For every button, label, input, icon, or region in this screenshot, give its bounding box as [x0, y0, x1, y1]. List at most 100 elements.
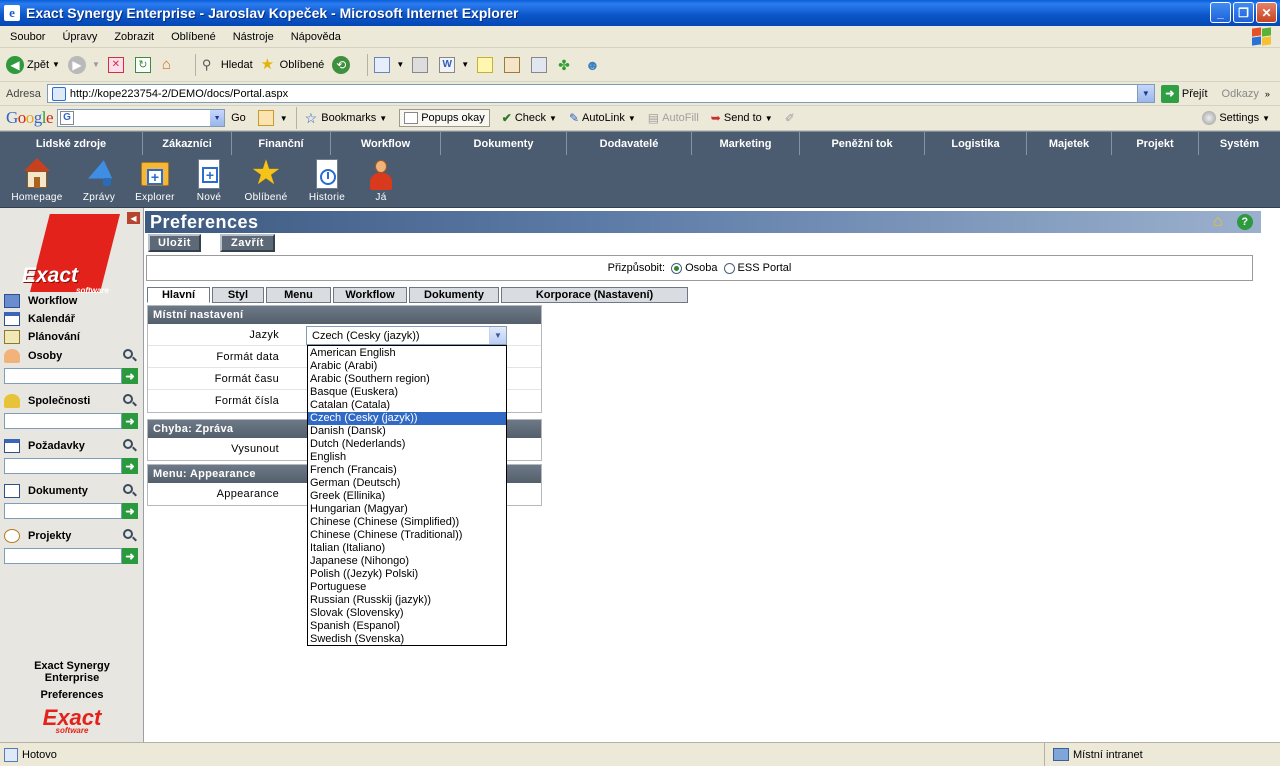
home-button[interactable]: ⌂ [162, 56, 181, 73]
language-option[interactable]: Chinese (Chinese (Simplified)) [308, 516, 506, 529]
language-option[interactable]: Swedish (Svenska) [308, 633, 506, 646]
language-select[interactable]: Czech (Cesky (jazyk)) ▼ [306, 326, 507, 345]
language-option[interactable]: Russian (Russkij (jazyk)) [308, 594, 506, 607]
people-search-input[interactable] [4, 368, 122, 384]
history-button[interactable]: ⟲ [332, 55, 353, 74]
clover-button[interactable]: ✤ [558, 57, 577, 73]
tab-workflow[interactable]: Workflow [333, 287, 407, 303]
nav-tab-workflow[interactable]: Workflow [331, 132, 441, 155]
bookmarks-button[interactable]: ☆ Bookmarks ▼ [305, 110, 388, 127]
google-search-dropdown[interactable]: ▼ [210, 110, 225, 126]
menu-help[interactable]: Nápověda [281, 31, 348, 43]
language-option[interactable]: Arabic (Southern region) [308, 373, 506, 386]
left-link-workflow[interactable]: Workflow [4, 294, 77, 308]
projects-search-input[interactable] [4, 548, 122, 564]
left-link-calendar[interactable]: Kalendář [4, 312, 75, 326]
nav-tab-financial[interactable]: Finanční [232, 132, 331, 155]
language-option[interactable]: Spanish (Espanol) [308, 620, 506, 633]
language-option[interactable]: American English [308, 347, 506, 360]
minimize-button[interactable]: _ [1210, 2, 1231, 23]
history-app-button[interactable]: Historie [302, 155, 352, 203]
nav-tab-project[interactable]: Projekt [1112, 132, 1199, 155]
messenger-button[interactable] [531, 56, 550, 73]
nav-tab-marketing[interactable]: Marketing [692, 132, 800, 155]
language-option[interactable]: German (Deutsch) [308, 477, 506, 490]
homepage-button[interactable]: Homepage [6, 155, 68, 203]
requests-search-input[interactable] [4, 458, 122, 474]
me-button[interactable]: Já [360, 155, 402, 203]
language-option[interactable]: Japanese (Nihongo) [308, 555, 506, 568]
requests-search-go-button[interactable]: ➜ [122, 458, 138, 474]
links-button[interactable]: Odkazy [1222, 88, 1259, 100]
language-option[interactable]: Basque (Euskera) [308, 386, 506, 399]
mail-button[interactable]: ▼ [374, 56, 404, 73]
menu-favorites[interactable]: Oblíbené [161, 31, 223, 43]
magnifier-icon[interactable] [122, 483, 138, 499]
documents-search-input[interactable] [4, 503, 122, 519]
close-page-button[interactable]: Zavřít [220, 234, 275, 252]
search-button[interactable]: ⚲ Hledat [202, 57, 253, 73]
favorites-button[interactable]: ★ Oblíbené [261, 56, 325, 73]
documents-search-go-button[interactable]: ➜ [122, 503, 138, 519]
address-dropdown-button[interactable]: ▼ [1136, 85, 1154, 102]
refresh-button[interactable]: ↻ [134, 56, 154, 73]
research-button[interactable] [504, 56, 523, 73]
language-option[interactable]: Slovak (Slovensky) [308, 607, 506, 620]
people-search-go-button[interactable]: ➜ [122, 368, 138, 384]
menu-file[interactable]: Soubor [0, 31, 52, 43]
edit-button[interactable]: W ▼ [439, 56, 469, 73]
nav-tab-logistics[interactable]: Logistika [925, 132, 1027, 155]
left-section-requests[interactable]: Požadavky [4, 439, 85, 453]
language-option[interactable]: Dutch (Nederlands) [308, 438, 506, 451]
tab-documents[interactable]: Dokumenty [409, 287, 499, 303]
radio-person[interactable] [671, 262, 683, 274]
sendto-button[interactable]: ➥ Send to ▼ [711, 111, 773, 125]
chevron-right-icon[interactable]: » [1265, 89, 1270, 99]
tab-menu[interactable]: Menu [266, 287, 331, 303]
google-search-input[interactable]: G ▼ [57, 109, 226, 127]
messages-button[interactable]: Zprávy [76, 155, 122, 203]
language-option[interactable]: Polish ((Jezyk) Polski) [308, 568, 506, 581]
menu-edit[interactable]: Úpravy [52, 31, 104, 43]
autofill-button[interactable]: ▤ AutoFill [648, 111, 699, 125]
new-button[interactable]: + Nové [188, 155, 230, 203]
language-option[interactable]: Greek (Ellinika) [308, 490, 506, 503]
save-button[interactable]: Uložit [148, 234, 201, 252]
left-section-companies[interactable]: Společnosti [4, 394, 90, 408]
tab-corporate-settings[interactable]: Korporace (Nastavení) [501, 287, 688, 303]
magnifier-icon[interactable] [122, 393, 138, 409]
go-button[interactable]: ➜ Přejít [1160, 84, 1208, 103]
left-link-planning[interactable]: Plánování [4, 330, 80, 344]
people-button[interactable]: ☻ [585, 57, 604, 73]
back-button[interactable]: ◀ Zpět ▼ [6, 55, 60, 74]
language-option[interactable]: Arabic (Arabi) [308, 360, 506, 373]
nav-tab-cashflow[interactable]: Peněžní tok [800, 132, 925, 155]
check-button[interactable]: ✔ Check ▼ [502, 111, 557, 125]
left-section-documents[interactable]: Dokumenty [4, 484, 88, 498]
google-go-button[interactable]: Go [231, 112, 246, 124]
address-input[interactable]: http://kope223754-2/DEMO/docs/Portal.asp… [46, 84, 1155, 103]
collapse-panel-button[interactable]: ◀ [127, 212, 140, 224]
magnifier-icon[interactable] [122, 528, 138, 544]
autolink-button[interactable]: ✎ AutoLink ▼ [569, 111, 636, 125]
projects-search-go-button[interactable]: ➜ [122, 548, 138, 564]
magnifier-icon[interactable] [122, 438, 138, 454]
nav-tab-customers[interactable]: Zákazníci [143, 132, 232, 155]
nav-tab-hr[interactable]: Lidské zdroje [0, 132, 143, 155]
print-button[interactable] [412, 56, 431, 73]
left-section-projects[interactable]: Projekty [4, 529, 71, 543]
companies-search-go-button[interactable]: ➜ [122, 413, 138, 429]
language-option[interactable]: French (Francais) [308, 464, 506, 477]
stop-button[interactable]: ✕ [107, 56, 127, 73]
left-section-people[interactable]: Osoby [4, 349, 62, 363]
tab-style[interactable]: Styl [212, 287, 264, 303]
magnifier-icon[interactable] [122, 348, 138, 364]
language-option[interactable]: English [308, 451, 506, 464]
google-options-button[interactable]: ▼ [257, 110, 288, 126]
add-favorite-icon[interactable]: ⌂ [1213, 214, 1229, 230]
settings-button[interactable]: Settings ▼ [1202, 111, 1270, 125]
nav-tab-assets[interactable]: Majetek [1027, 132, 1112, 155]
nav-tab-documents[interactable]: Dokumenty [441, 132, 567, 155]
help-icon[interactable]: ? [1237, 214, 1253, 230]
nav-tab-system[interactable]: Systém [1199, 132, 1280, 155]
